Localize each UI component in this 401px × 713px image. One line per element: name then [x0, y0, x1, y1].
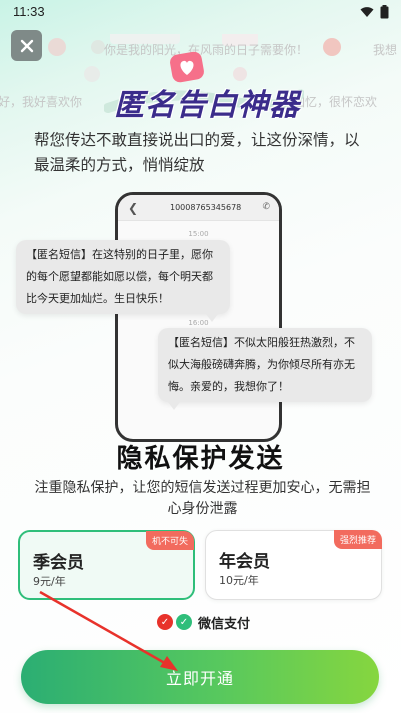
phone-time-1: 15:00: [188, 230, 209, 238]
plan-name: 年会员: [219, 552, 270, 572]
danmaku-line-2-tail: 回忆，很怀恋欢: [293, 95, 378, 109]
danmaku-line-1: 你是我的阳光，在风雨的日子需要你！: [104, 43, 309, 57]
phone-call-icon: ✆: [262, 202, 270, 212]
danmaku-line-1-tail: 我想: [373, 43, 398, 57]
phone-number: 10008765345678: [170, 203, 242, 212]
payment-label: 微信支付: [198, 616, 251, 632]
selected-check-icon: ✓: [157, 614, 173, 630]
phone-time-2: 16:00: [188, 319, 209, 327]
wechat-pay-icon: ✓: [176, 614, 192, 630]
back-arrow-icon: ❮: [128, 201, 139, 215]
open-membership-button[interactable]: 立即开通: [21, 650, 379, 704]
status-time: 11:33: [13, 4, 45, 19]
phone-mockup: ❮ 10008765345678 ✆ 15:00 16:00: [115, 192, 282, 442]
status-icons: [360, 5, 389, 19]
plan-tag: 机不可失: [145, 531, 194, 550]
plan-price: 9元/年: [33, 575, 66, 588]
close-button[interactable]: [11, 30, 42, 61]
section-title: 隐私保护发送: [116, 444, 285, 474]
status-bar: 11:33: [0, 0, 401, 24]
danmaku-line-2: 好，我好喜欢你: [0, 95, 83, 109]
phone-header: ❮ 10008765345678 ✆: [118, 195, 279, 221]
plan-price: 10元/年: [219, 574, 259, 587]
plan-tag: 强烈推荐: [333, 530, 382, 549]
plan-name: 季会员: [33, 553, 84, 573]
page-subtitle: 帮您传达不敢直接说出口的爱，让这份深情，以最温柔的方式，悄悄绽放: [34, 131, 360, 174]
message-bubble-2: 【匿名短信】不似太阳般狂热激烈，不似大海般磅礴奔腾，为你倾尽所有亦无悔。亲爱的，…: [158, 328, 372, 410]
banner-title: 匿名告白神器: [114, 88, 300, 123]
wifi-icon: [360, 7, 374, 17]
payment-method[interactable]: ✓ ✓ 微信支付: [157, 612, 250, 632]
battery-icon: [380, 5, 389, 19]
message-bubble-1: 【匿名短信】在这特别的日子里，愿你的每个愿望都能如愿以偿，每个明天都比今天更加灿…: [16, 240, 230, 322]
section-description: 注重隐私保护，让您的短信发送过程更加安心，无需担心身份泄露: [34, 480, 371, 517]
close-icon: [20, 39, 33, 52]
plan-card-quarterly[interactable]: 机不可失 季会员 9元/年: [18, 530, 195, 600]
plan-card-annual[interactable]: 强烈推荐 年会员 10元/年: [205, 530, 382, 600]
